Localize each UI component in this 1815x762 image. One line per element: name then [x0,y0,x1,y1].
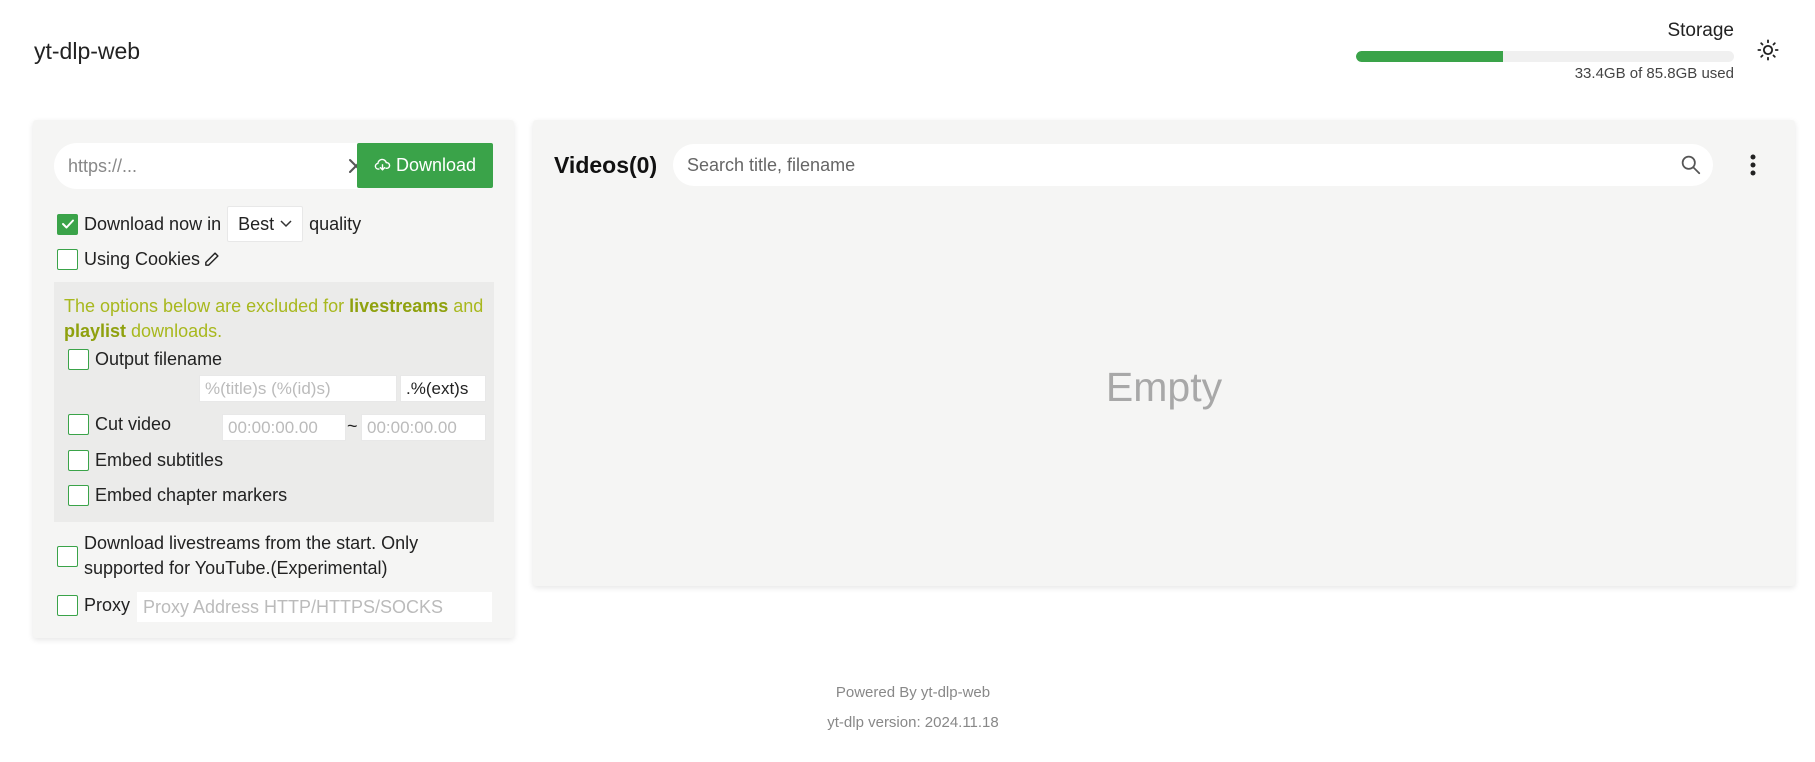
cut-start-input[interactable] [222,414,346,441]
cut-video-row: Cut video [68,414,171,435]
output-filename-row: Output filename [68,349,222,370]
videos-panel: Videos(0) Empty [533,120,1795,586]
download-button[interactable]: Download [357,143,493,188]
embed-chapters-label: Embed chapter markers [95,485,288,505]
cut-separator: ~ [347,416,358,436]
cloud-download-icon [374,158,391,171]
empty-state-text: Empty [1105,364,1223,410]
quality-value: Best [238,213,275,234]
quality-suffix: quality [309,213,362,234]
version-text: yt-dlp version: 2024.11.18 [827,714,999,731]
quality-select[interactable]: Best [227,206,304,242]
embed-chapters-checkbox[interactable] [68,485,89,506]
options-note: The options below are excluded for lives… [64,296,484,341]
download-button-label: Download [395,155,477,175]
video-search-input[interactable] [687,144,1647,186]
embed-chapters-row: Embed chapter markers [68,485,287,506]
url-input[interactable] [68,143,318,189]
embed-subtitles-row: Embed subtitles [68,450,223,471]
embed-subtitles-label: Embed subtitles [95,450,224,470]
livestream-start-label: Download livestreams from the start. Onl… [84,533,419,578]
url-field [54,143,379,189]
cut-video-label: Cut video [95,414,172,434]
livestream-start-row: Download livestreams from the start. Onl… [57,531,418,581]
proxy-input[interactable] [137,592,492,622]
storage-indicator: Storage 33.4GB of 85.8GB used [1356,20,1734,82]
cookies-label: Using Cookies [84,249,201,269]
more-vertical-icon [1750,154,1756,176]
storage-bar-fill [1356,51,1504,62]
app-title: yt-dlp-web [34,38,141,64]
storage-label: Storage [1667,20,1734,41]
download-form-panel: Download Download now in Best quality Us… [33,120,514,638]
cookies-checkbox[interactable] [57,249,78,270]
output-extension-input[interactable] [400,375,486,402]
storage-used-text: 33.4GB of 85.8GB used [1574,65,1734,82]
footer: Powered By yt-dlp-web yt-dlp version: 20… [0,678,1815,738]
powered-by-text: Powered By yt-dlp-web [835,684,991,701]
videos-title: Videos(0) [554,152,658,178]
chevron-down-icon [280,220,292,228]
theme-toggle-button[interactable] [1756,38,1780,62]
cut-video-checkbox[interactable] [68,414,89,435]
download-now-row: Download now in Best quality [57,206,361,242]
more-options-button[interactable] [1741,150,1765,180]
output-filename-checkbox[interactable] [68,349,89,370]
proxy-label: Proxy [84,595,131,615]
download-now-checkbox[interactable] [57,213,78,235]
sun-icon [1757,39,1779,61]
video-search-field [673,144,1713,186]
storage-bar [1356,51,1734,62]
proxy-checkbox[interactable] [57,595,78,616]
output-filename-input[interactable] [199,375,397,402]
output-filename-label: Output filename [95,349,223,369]
check-icon [61,219,74,229]
pencil-icon [205,252,219,266]
embed-subtitles-checkbox[interactable] [68,450,89,471]
cut-end-input[interactable] [361,414,486,441]
livestream-start-checkbox[interactable] [57,545,78,567]
search-icon[interactable] [1680,154,1701,180]
download-now-label: Download now in [84,213,222,234]
cookies-row: Using Cookies [57,249,220,270]
proxy-row: Proxy [57,595,130,616]
edit-cookies-button[interactable] [203,251,220,268]
single-video-options: The options below are excluded for lives… [54,282,494,522]
